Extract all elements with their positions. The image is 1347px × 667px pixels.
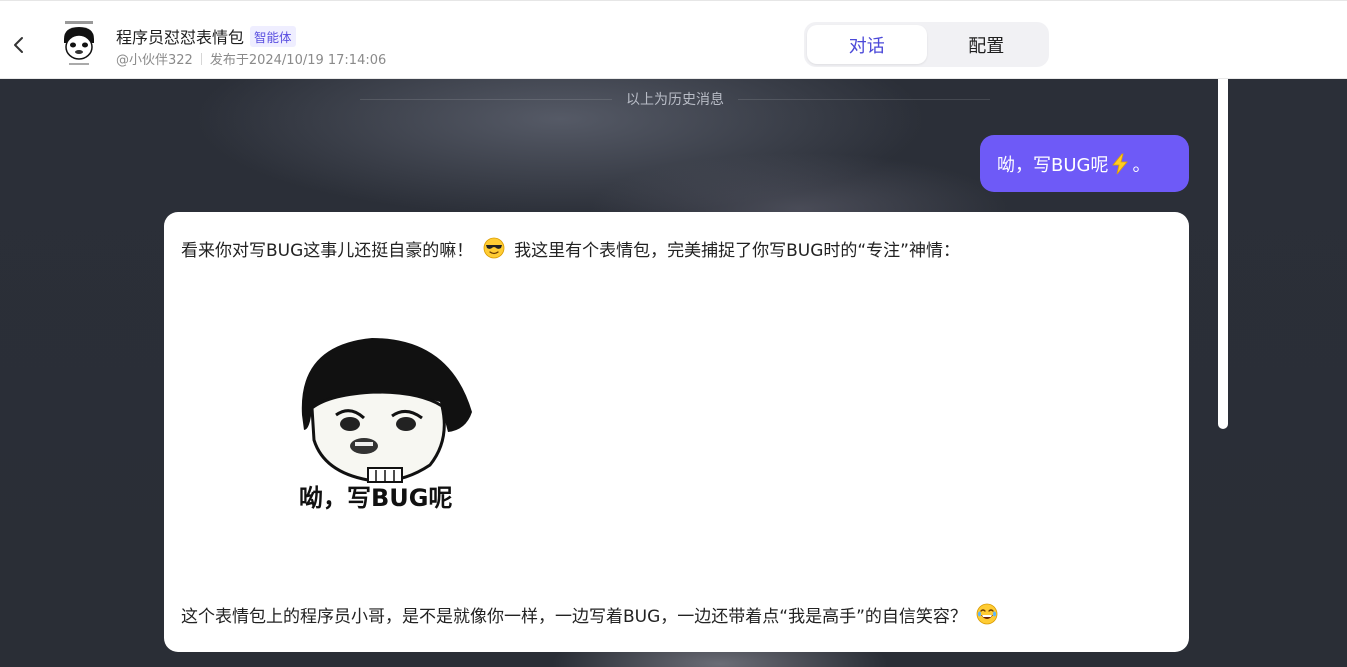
divider-line-left — [360, 98, 612, 100]
meta-divider — [200, 52, 202, 65]
bot-message: 看来你对写BUG这事儿还挺自豪的嘛！ 我这里有个表情包，完美捕捉了你写BUG时的… — [164, 212, 1189, 652]
meme-caption: 呦，写BUG呢 — [299, 484, 453, 512]
bot-message-line2: 这个表情包上的程序员小哥，是不是就像你一样，一边写着BUG，一边还带着点“我是高… — [181, 602, 1002, 627]
agent-badge: 智能体 — [250, 25, 296, 47]
tab-chat[interactable]: 对话 — [807, 25, 927, 64]
bot-text-follow: 我这里有个表情包，完美捕捉了你写BUG时的“专注”神情： — [514, 241, 960, 261]
chat-scrollbar[interactable] — [1218, 79, 1228, 429]
history-divider: 以上为历史消息 — [360, 89, 990, 109]
user-message-tail: 。 — [1132, 154, 1151, 176]
publish-time: 发布于2024/10/19 17:14:06 — [209, 53, 387, 68]
bot-message-line1: 看来你对写BUG这事儿还挺自豪的嘛！ 我这里有个表情包，完美捕捉了你写BUG时的… — [181, 236, 960, 261]
mode-switch: 对话 配置 — [804, 22, 1049, 67]
tab-config[interactable]: 配置 — [927, 25, 1047, 64]
agent-title: 程序员怼怼表情包 — [116, 28, 245, 47]
sunglasses-emoji — [483, 237, 505, 259]
chat-area[interactable]: 以上为历史消息 呦，写BUG呢 。 看来你对写BUG这事儿还挺自豪的嘛！ 我这里… — [0, 79, 1347, 667]
history-label: 以上为历史消息 — [626, 92, 724, 108]
author-link[interactable]: @小伙伴322 — [116, 49, 193, 68]
divider-line-right — [738, 98, 990, 100]
user-message: 呦，写BUG呢 。 — [980, 135, 1189, 192]
laughing-emoji — [976, 603, 998, 625]
bot-text-closing: 这个表情包上的程序员小哥，是不是就像你一样，一边写着BUG，一边还带着点“我是高… — [181, 607, 967, 627]
user-message-text: 呦，写BUG呢 — [997, 154, 1109, 176]
top-bar: 程序员怼怼表情包 智能体 @小伙伴322 发布于2024/10/19 17:14… — [0, 0, 1347, 79]
back-button[interactable] — [8, 34, 30, 56]
bot-text-intro: 看来你对写BUG这事儿还挺自豪的嘛！ — [181, 241, 474, 261]
agent-avatar — [57, 19, 101, 69]
lightning-icon — [1112, 153, 1129, 174]
chevron-left-icon — [14, 37, 23, 53]
agent-meta: @小伙伴322 发布于2024/10/19 17:14:06 — [116, 49, 386, 68]
